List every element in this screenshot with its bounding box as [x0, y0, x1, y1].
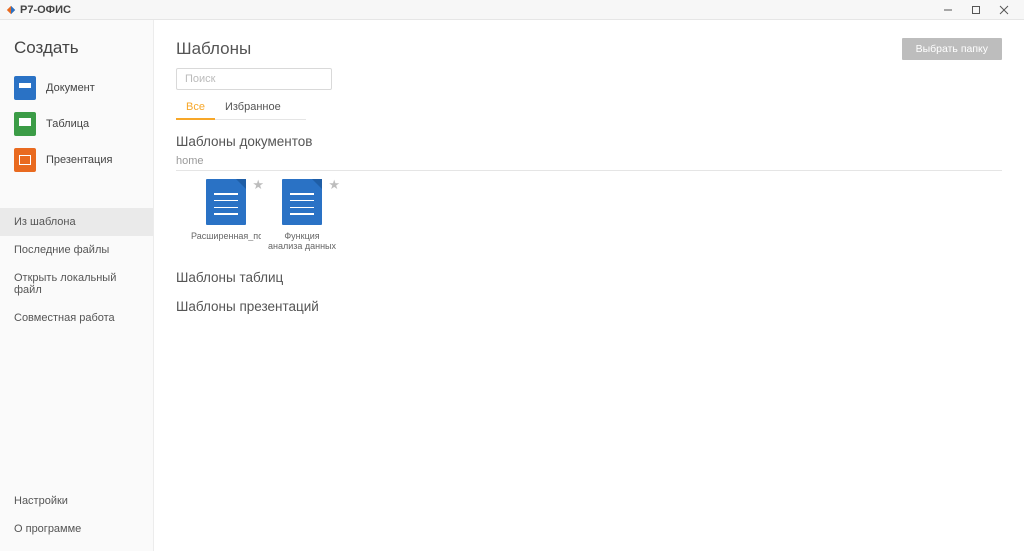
window-maximize-button[interactable] [962, 1, 990, 19]
breadcrumb[interactable]: home [176, 155, 1002, 171]
titlebar: Р7-ОФИС [0, 0, 1024, 20]
page-title: Шаблоны [176, 39, 251, 59]
section-documents-title: Шаблоны документов [176, 134, 1002, 149]
create-table[interactable]: Таблица [0, 106, 153, 142]
app-logo-icon [6, 5, 16, 15]
sidebar-item-settings[interactable]: Настройки [0, 487, 153, 515]
sidebar-item-open-local[interactable]: Открыть локальный файл [0, 264, 153, 304]
search-input[interactable] [176, 68, 332, 90]
app-logo: Р7-ОФИС [6, 4, 71, 16]
create-document-label: Документ [46, 82, 95, 94]
create-table-label: Таблица [46, 118, 89, 130]
presentation-icon [14, 148, 36, 172]
filter-tabs: Все Избранное [176, 98, 306, 120]
section-tables-title: Шаблоны таблиц [176, 270, 1002, 285]
sidebar-item-about[interactable]: О программе [0, 515, 153, 543]
star-icon[interactable]: ★ [252, 177, 264, 193]
document-template-icon [282, 179, 322, 225]
create-heading: Создать [0, 38, 153, 64]
document-templates-row: ★ Расширенная_пользовательская... ★ Функ… [176, 179, 1002, 252]
create-document[interactable]: Документ [0, 70, 153, 106]
sidebar: Создать Документ Таблица Презентация Из … [0, 20, 154, 551]
template-item[interactable]: ★ Функция анализа данных [274, 179, 330, 252]
sidebar-item-collaboration[interactable]: Совместная работа [0, 304, 153, 332]
section-presentations-title: Шаблоны презентаций [176, 299, 1002, 314]
create-presentation[interactable]: Презентация [0, 142, 153, 178]
window-minimize-button[interactable] [934, 1, 962, 19]
tab-all[interactable]: Все [176, 98, 215, 120]
choose-folder-button[interactable]: Выбрать папку [902, 38, 1002, 60]
template-caption: Расширенная_пользовательская... [191, 231, 261, 241]
star-icon[interactable]: ★ [328, 177, 340, 193]
template-item[interactable]: ★ Расширенная_пользовательская... [198, 179, 254, 252]
sidebar-item-recent-files[interactable]: Последние файлы [0, 236, 153, 264]
app-name: Р7-ОФИС [20, 4, 71, 16]
window-close-button[interactable] [990, 1, 1018, 19]
document-template-icon [206, 179, 246, 225]
tab-favorites[interactable]: Избранное [215, 98, 291, 119]
sidebar-item-from-template[interactable]: Из шаблона [0, 208, 153, 236]
main-content: Шаблоны Выбрать папку Все Избранное Шабл… [154, 20, 1024, 551]
document-icon [14, 76, 36, 100]
create-presentation-label: Презентация [46, 154, 112, 166]
template-caption: Функция анализа данных [267, 231, 337, 252]
spreadsheet-icon [14, 112, 36, 136]
